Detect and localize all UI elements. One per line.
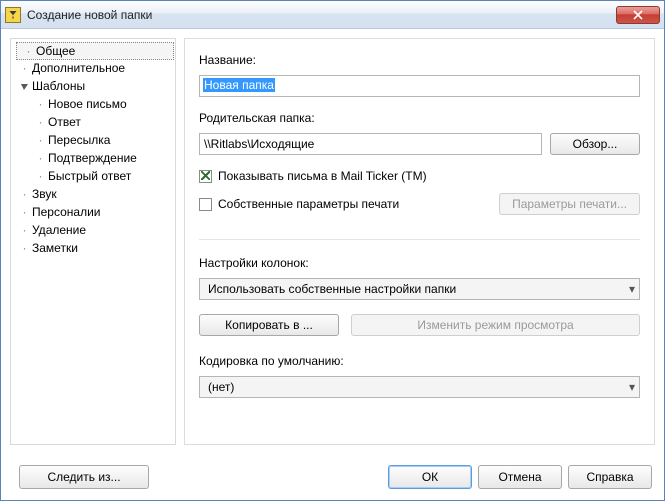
print-params-button: Параметры печати...	[499, 193, 640, 215]
tree-leaf-icon: ·	[35, 117, 46, 128]
tree-leaf-icon: ·	[23, 46, 34, 57]
tree-leaf-icon: ·	[19, 243, 30, 254]
tree-item-label: Пересылка	[48, 133, 110, 147]
parent-label: Родительская папка:	[199, 111, 640, 125]
tree-item-label: Ответ	[48, 115, 81, 129]
columns-label: Настройки колонок:	[199, 256, 640, 270]
cancel-button[interactable]: Отмена	[478, 465, 562, 489]
tree-leaf-icon: ·	[35, 135, 46, 146]
dialog-footer: Следить из... ОК Отмена Справка	[1, 454, 664, 500]
tree-leaf-icon: ·	[35, 171, 46, 182]
tree-item-label: Быстрый ответ	[48, 169, 131, 183]
columns-dropdown[interactable]: Использовать собственные настройки папки…	[199, 278, 640, 300]
tree-item-label: Персоналии	[32, 205, 101, 219]
close-icon	[633, 10, 643, 20]
tree-leaf-icon: ·	[19, 63, 30, 74]
dialog-window: Создание новой папки ·Общее·Дополнительн…	[0, 0, 665, 501]
tree-item-label: Заметки	[32, 241, 78, 255]
tree-leaf-icon: ·	[35, 153, 46, 164]
chevron-down-icon: ▾	[629, 380, 635, 394]
tree-item-4[interactable]: ·Ответ	[13, 113, 173, 131]
encoding-dropdown[interactable]: (нет) ▾	[199, 376, 640, 398]
ownprint-checkbox[interactable]	[199, 198, 212, 211]
parent-input[interactable]	[199, 133, 542, 155]
tree-item-label: Общее	[36, 44, 75, 58]
tree-item-label: Шаблоны	[32, 79, 85, 93]
mailticker-row[interactable]: Показывать письма в Mail Ticker (TM)	[199, 169, 640, 183]
chevron-down-icon: ▾	[629, 282, 635, 296]
app-icon	[5, 7, 21, 23]
name-label: Название:	[199, 53, 640, 67]
name-input[interactable]	[199, 75, 640, 97]
tree-item-7[interactable]: ·Быстрый ответ	[13, 167, 173, 185]
tree-item-2[interactable]: Шаблоны	[13, 77, 173, 95]
browse-button[interactable]: Обзор...	[550, 133, 640, 155]
tree-item-11[interactable]: ·Заметки	[13, 239, 173, 257]
nav-tree[interactable]: ·Общее·ДополнительноеШаблоны·Новое письм…	[10, 38, 176, 445]
columns-value: Использовать собственные настройки папки	[208, 282, 456, 296]
tree-item-label: Звук	[32, 187, 57, 201]
ownprint-row[interactable]: Собственные параметры печати	[199, 197, 399, 211]
tree-item-3[interactable]: ·Новое письмо	[13, 95, 173, 113]
change-view-button: Изменить режим просмотра	[351, 314, 640, 336]
ownprint-label: Собственные параметры печати	[218, 197, 399, 211]
mailticker-checkbox[interactable]	[199, 170, 212, 183]
tree-item-8[interactable]: ·Звук	[13, 185, 173, 203]
dialog-body: ·Общее·ДополнительноеШаблоны·Новое письм…	[1, 29, 664, 454]
tree-item-label: Дополнительное	[32, 61, 125, 75]
ok-button[interactable]: ОК	[388, 465, 472, 489]
tree-item-6[interactable]: ·Подтверждение	[13, 149, 173, 167]
tree-item-0[interactable]: ·Общее	[16, 42, 174, 60]
titlebar[interactable]: Создание новой папки	[1, 1, 664, 29]
tree-leaf-icon: ·	[35, 99, 46, 110]
tree-item-10[interactable]: ·Удаление	[13, 221, 173, 239]
tree-item-5[interactable]: ·Пересылка	[13, 131, 173, 149]
general-panel: Название: Новая папка Родительская папка…	[184, 38, 655, 445]
close-button[interactable]	[616, 6, 660, 24]
help-button[interactable]: Справка	[568, 465, 652, 489]
window-title: Создание новой папки	[27, 8, 616, 22]
tree-item-label: Удаление	[32, 223, 86, 237]
tree-item-9[interactable]: ·Персоналии	[13, 203, 173, 221]
tree-leaf-icon: ·	[19, 189, 30, 200]
separator	[199, 239, 640, 240]
tree-item-label: Подтверждение	[48, 151, 137, 165]
tree-leaf-icon: ·	[19, 225, 30, 236]
mailticker-label: Показывать письма в Mail Ticker (TM)	[218, 169, 427, 183]
tree-item-label: Новое письмо	[48, 97, 127, 111]
encoding-label: Кодировка по умолчанию:	[199, 354, 640, 368]
tree-collapse-icon[interactable]	[19, 81, 30, 92]
encoding-value: (нет)	[208, 380, 234, 394]
tree-leaf-icon: ·	[19, 207, 30, 218]
copy-to-button[interactable]: Копировать в ...	[199, 314, 339, 336]
watch-from-button[interactable]: Следить из...	[19, 465, 149, 489]
tree-item-1[interactable]: ·Дополнительное	[13, 59, 173, 77]
